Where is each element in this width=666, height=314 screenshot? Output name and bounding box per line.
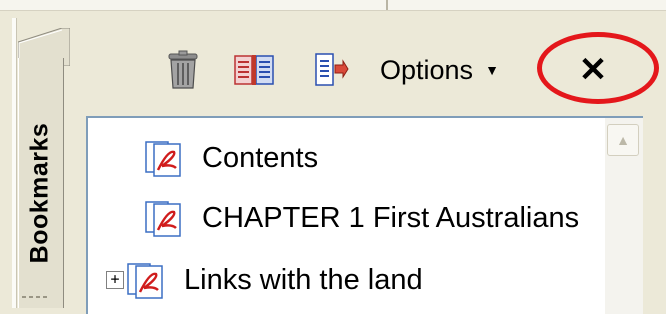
bookmark-label: CHAPTER 1 First Australians bbox=[202, 201, 580, 234]
top-divider bbox=[0, 0, 666, 11]
highlight-circle bbox=[537, 32, 659, 104]
bookmarks-vertical-tab[interactable]: Bookmarks bbox=[8, 18, 70, 308]
vertical-scrollbar[interactable]: ▲ bbox=[605, 118, 643, 314]
new-bookmark-button[interactable] bbox=[310, 48, 352, 92]
bookmark-item-links-with-the-land[interactable]: + Links with the land bbox=[106, 258, 602, 302]
bookmarks-list: Contents CHAPTER 1 First Australians + L… bbox=[88, 118, 602, 314]
scroll-up-icon[interactable]: ▲ bbox=[607, 124, 639, 156]
bookmark-item-contents[interactable]: Contents bbox=[144, 136, 602, 180]
new-bookmark-icon bbox=[315, 53, 349, 86]
bookmarks-tab-label: Bookmarks bbox=[25, 122, 54, 264]
expand-plus-icon[interactable]: + bbox=[106, 271, 124, 289]
pdf-bookmark-icon bbox=[127, 263, 163, 299]
pdf-bookmark-icon bbox=[145, 201, 181, 237]
bookmark-label: Links with the land bbox=[184, 263, 423, 296]
expand-bookmark-icon bbox=[234, 55, 274, 85]
options-menu-button[interactable]: Options ▼ bbox=[380, 48, 530, 92]
tab-grip bbox=[22, 288, 58, 300]
pdf-bookmark-icon bbox=[145, 141, 181, 177]
bookmark-label: Contents bbox=[202, 141, 319, 174]
trash-icon bbox=[168, 50, 198, 89]
bookmarks-pane: Bookmarks Options ▼ ✕ Contents CHAPTER 1… bbox=[0, 0, 666, 314]
options-label: Options bbox=[380, 54, 474, 85]
delete-bookmark-button[interactable] bbox=[160, 48, 206, 92]
chevron-down-icon: ▼ bbox=[485, 62, 499, 78]
expand-bookmark-button[interactable] bbox=[230, 48, 278, 92]
bookmark-item-chapter-1[interactable]: CHAPTER 1 First Australians bbox=[144, 196, 602, 240]
pane-right-edge bbox=[643, 110, 666, 314]
